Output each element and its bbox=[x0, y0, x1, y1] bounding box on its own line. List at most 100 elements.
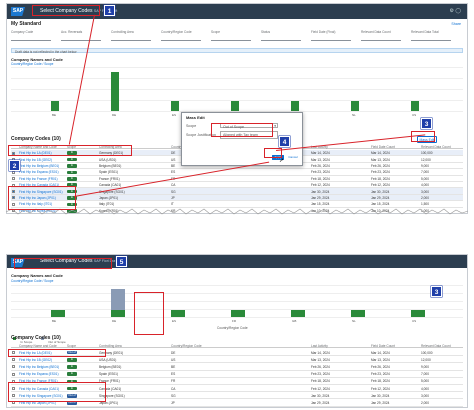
company-name-link[interactable]: First Hip Inc 1B (GE02) bbox=[19, 358, 52, 362]
table-cell: Italy (IT01) bbox=[99, 202, 115, 207]
filter-label: Company Code bbox=[11, 30, 34, 34]
scope-badge: In Scope bbox=[67, 371, 77, 379]
chart1-tick-label: US bbox=[412, 113, 417, 117]
filter-field[interactable]: Company Code bbox=[11, 30, 51, 41]
table-cell: Spain (ES01) bbox=[99, 372, 118, 377]
chart1-bar-US[interactable] bbox=[411, 101, 419, 111]
table-cell: Feb 12, 2024 bbox=[371, 386, 390, 391]
filter-input[interactable] bbox=[61, 36, 101, 41]
table-row[interactable]: First Hip Inc Espana (ES01) In Scope Spain… bbox=[11, 371, 463, 378]
chart2-bar-DE-in[interactable] bbox=[111, 309, 125, 317]
chart2-bar-FR-in[interactable] bbox=[231, 309, 245, 317]
table-cell: 3,000 bbox=[421, 189, 429, 194]
column-header[interactable]: Controlling Area bbox=[99, 344, 122, 348]
scope-badge: In Scope bbox=[67, 169, 77, 178]
table-cell: Spain (ES01) bbox=[99, 170, 118, 175]
chart2-bar-ES-in[interactable] bbox=[171, 309, 185, 317]
filter-input[interactable] bbox=[311, 36, 351, 41]
chart2-bar-DE-out[interactable] bbox=[111, 288, 125, 310]
row-checkbox[interactable] bbox=[12, 358, 15, 362]
sap-logo: SAP bbox=[11, 7, 25, 16]
table-cell: Jan 30, 2024 bbox=[311, 189, 330, 194]
column-header[interactable]: Country/Region Code bbox=[171, 344, 202, 348]
table-row[interactable]: First Hip Inc 1B (GE02) In Scope USA (US01… bbox=[11, 356, 463, 365]
chart-subtitle-2[interactable]: Country/Region Code / Scope bbox=[11, 279, 53, 283]
filter-input[interactable] bbox=[361, 36, 401, 41]
chart2-bar-NL-in[interactable] bbox=[351, 309, 365, 317]
table-cell: ES bbox=[171, 372, 176, 377]
chart1-bar-GB[interactable] bbox=[291, 101, 299, 111]
info-strip: Draft data is not reflected in the chart… bbox=[11, 48, 463, 54]
table-cell: Mar 14, 2024 bbox=[371, 350, 390, 355]
company-name-link[interactable]: First Hip Inc 1B (GE02) bbox=[19, 158, 52, 162]
filter-field[interactable]: Scope bbox=[211, 30, 251, 41]
chart2-bar-US-in[interactable] bbox=[411, 309, 425, 317]
scope-badge: In Scope bbox=[67, 357, 77, 365]
chart1-tick-label: BE bbox=[52, 113, 57, 117]
table-cell: BE bbox=[171, 163, 176, 168]
table-cell: 9,000 bbox=[421, 163, 429, 168]
share-link[interactable]: Share bbox=[451, 22, 461, 26]
row-checkbox[interactable] bbox=[12, 177, 15, 181]
column-header[interactable]: Field Date Count bbox=[371, 344, 395, 348]
table-cell: CA bbox=[171, 386, 176, 391]
row-checkbox[interactable] bbox=[12, 365, 15, 369]
user-menu-icon[interactable]: ⚙ ◯ bbox=[450, 8, 461, 14]
table-cell: Feb 26, 2024 bbox=[371, 163, 390, 168]
filter-field[interactable]: Status bbox=[261, 30, 301, 41]
filter-field[interactable]: Acc. Reversals bbox=[61, 30, 101, 41]
column-header[interactable]: Last Activity bbox=[311, 344, 328, 348]
chart1-bar-FR[interactable] bbox=[231, 101, 239, 111]
chart2-tick-label: FR bbox=[232, 319, 236, 323]
filter-field[interactable]: Country/Region Code bbox=[161, 30, 201, 41]
company-name-link[interactable]: First Hip Inc Espana (ES01) bbox=[19, 372, 59, 376]
column-header[interactable]: Scope bbox=[67, 344, 76, 348]
chart2-bar-GB-in[interactable] bbox=[291, 309, 305, 317]
table-cell: SG bbox=[171, 189, 176, 194]
filter-input[interactable] bbox=[261, 36, 301, 41]
table-cell: Jan 30, 2024 bbox=[311, 393, 330, 398]
table-cell: Jan 30, 2024 bbox=[371, 393, 390, 398]
highlight-dialog-fields bbox=[211, 123, 273, 137]
table-cell: Belgium (BE01) bbox=[99, 163, 122, 168]
filter-field[interactable]: Field Date (Final) bbox=[311, 30, 351, 41]
filter-input[interactable] bbox=[111, 36, 151, 41]
chart1-bar-BE[interactable] bbox=[51, 101, 59, 111]
filter-input[interactable] bbox=[11, 36, 51, 41]
filter-input[interactable] bbox=[161, 36, 201, 41]
chart1-bar-NL[interactable] bbox=[351, 101, 359, 111]
filter-field[interactable]: Relevant Data Total bbox=[411, 30, 451, 41]
column-header[interactable]: Field Date Count bbox=[371, 145, 395, 149]
column-header[interactable]: Company Name and Code bbox=[19, 344, 57, 348]
scope-label: Scope bbox=[186, 124, 197, 128]
filter-input[interactable] bbox=[411, 36, 451, 41]
filter-label: Status bbox=[261, 30, 271, 34]
table-cell: 7,000 bbox=[421, 372, 429, 377]
cancel-button[interactable]: Cancel bbox=[286, 155, 300, 160]
column-header[interactable]: Relevant Data Count bbox=[421, 145, 451, 149]
chart1-bar-DE[interactable] bbox=[111, 71, 119, 111]
filter-field[interactable]: Relevant Data Count bbox=[361, 30, 401, 41]
step-marker-right: 3 bbox=[431, 286, 442, 297]
filter-field[interactable]: Controlling Area bbox=[111, 30, 151, 41]
company-name-link[interactable]: First Hip Inc Espana (ES01) bbox=[19, 170, 59, 174]
filter-input[interactable] bbox=[211, 36, 251, 41]
table-cell: Feb 23, 2024 bbox=[311, 170, 330, 175]
table-cell: Feb 23, 2024 bbox=[371, 372, 390, 377]
chart2-tick-label: NL bbox=[352, 319, 356, 323]
row-checkbox[interactable] bbox=[12, 372, 15, 376]
table-row[interactable]: First Hip Inc Belgium (BE01) In Scope Belg… bbox=[11, 363, 463, 371]
table-cell: Feb 18, 2024 bbox=[371, 379, 390, 384]
table-cell: Feb 18, 2024 bbox=[311, 176, 330, 181]
company-name-link[interactable]: First Hip Inc Belgium (BE01) bbox=[19, 365, 59, 369]
chart2-bar-BE-in[interactable] bbox=[51, 309, 65, 317]
column-header[interactable]: Relevant Data Count bbox=[421, 344, 451, 348]
step-5-marker: 5 bbox=[116, 256, 127, 267]
table-cell: 7,000 bbox=[421, 170, 429, 175]
chart-subtitle[interactable]: Country/Region Code / Scope bbox=[11, 62, 53, 66]
chart1-bar-ES[interactable] bbox=[171, 101, 179, 111]
table-cell: 1,500 bbox=[421, 202, 429, 207]
company-name-link[interactable]: First Hip Inc Belgium (BE01) bbox=[19, 164, 59, 168]
company-name-link[interactable]: First Hip Inc France (FR01) bbox=[19, 177, 58, 181]
highlight-de-bar bbox=[134, 292, 164, 335]
